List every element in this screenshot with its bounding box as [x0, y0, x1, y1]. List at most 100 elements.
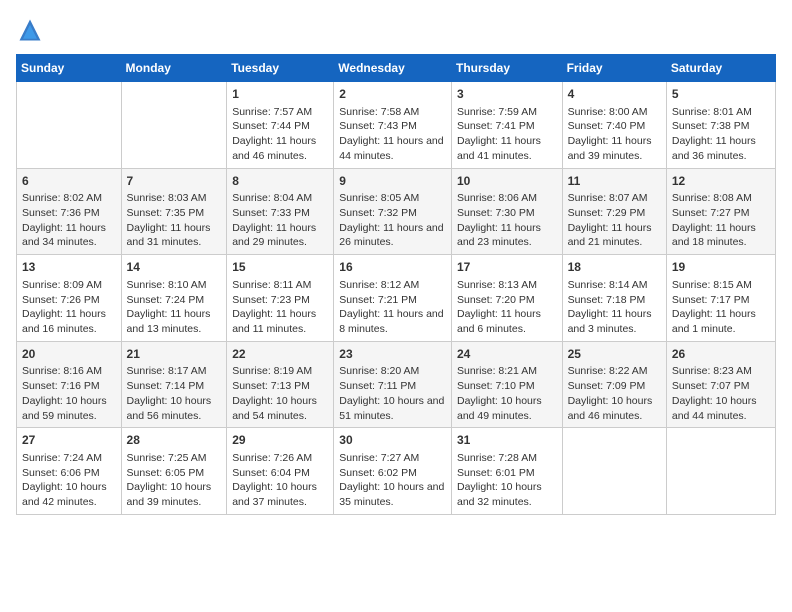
day-info: Sunrise: 7:25 AM: [127, 451, 222, 466]
day-info: Daylight: 10 hours and 54 minutes.: [232, 394, 328, 423]
calendar-cell: [666, 428, 775, 515]
day-info: Sunset: 7:26 PM: [22, 293, 116, 308]
column-header-tuesday: Tuesday: [227, 55, 334, 82]
day-info: Sunrise: 8:08 AM: [672, 191, 770, 206]
day-number: 18: [568, 259, 661, 276]
day-info: Daylight: 11 hours and 3 minutes.: [568, 307, 661, 336]
day-info: Sunset: 7:33 PM: [232, 206, 328, 221]
day-info: Sunset: 7:27 PM: [672, 206, 770, 221]
day-info: Sunrise: 7:27 AM: [339, 451, 446, 466]
calendar-cell: 21Sunrise: 8:17 AMSunset: 7:14 PMDayligh…: [121, 341, 227, 428]
calendar-cell: 6Sunrise: 8:02 AMSunset: 7:36 PMDaylight…: [17, 168, 122, 255]
day-number: 12: [672, 173, 770, 190]
calendar-cell: 28Sunrise: 7:25 AMSunset: 6:05 PMDayligh…: [121, 428, 227, 515]
week-row-4: 20Sunrise: 8:16 AMSunset: 7:16 PMDayligh…: [17, 341, 776, 428]
day-info: Daylight: 11 hours and 8 minutes.: [339, 307, 446, 336]
day-info: Sunrise: 7:59 AM: [457, 105, 557, 120]
day-info: Sunrise: 8:12 AM: [339, 278, 446, 293]
day-number: 11: [568, 173, 661, 190]
logo: [16, 16, 48, 44]
week-row-3: 13Sunrise: 8:09 AMSunset: 7:26 PMDayligh…: [17, 255, 776, 342]
day-number: 24: [457, 346, 557, 363]
day-info: Sunset: 6:04 PM: [232, 466, 328, 481]
day-info: Sunrise: 7:57 AM: [232, 105, 328, 120]
day-info: Sunrise: 8:03 AM: [127, 191, 222, 206]
calendar-cell: 10Sunrise: 8:06 AMSunset: 7:30 PMDayligh…: [451, 168, 562, 255]
calendar-cell: 11Sunrise: 8:07 AMSunset: 7:29 PMDayligh…: [562, 168, 666, 255]
calendar-cell: 30Sunrise: 7:27 AMSunset: 6:02 PMDayligh…: [334, 428, 452, 515]
calendar-cell: 18 Sunrise: 8:14 AMSunset: 7:18 PMDayligh…: [562, 255, 666, 342]
day-info: Daylight: 11 hours and 46 minutes.: [232, 134, 328, 163]
calendar-cell: 25Sunrise: 8:22 AMSunset: 7:09 PMDayligh…: [562, 341, 666, 428]
day-info: Daylight: 11 hours and 29 minutes.: [232, 221, 328, 250]
day-number: 1: [232, 86, 328, 103]
day-info: Sunset: 7:13 PM: [232, 379, 328, 394]
day-number: 29: [232, 432, 328, 449]
day-info: Daylight: 10 hours and 42 minutes.: [22, 480, 116, 509]
day-info: Sunrise: 8:23 AM: [672, 364, 770, 379]
day-info: Sunset: 7:24 PM: [127, 293, 222, 308]
day-number: 30: [339, 432, 446, 449]
day-info: Sunrise: 8:14 AM: [568, 278, 661, 293]
day-info: Sunset: 7:36 PM: [22, 206, 116, 221]
day-info: Sunset: 7:43 PM: [339, 119, 446, 134]
day-info: Sunset: 7:44 PM: [232, 119, 328, 134]
day-info: Daylight: 11 hours and 44 minutes.: [339, 134, 446, 163]
day-info: Sunset: 7:16 PM: [22, 379, 116, 394]
calendar-cell: 14Sunrise: 8:10 AMSunset: 7:24 PMDayligh…: [121, 255, 227, 342]
day-info: Sunset: 7:21 PM: [339, 293, 446, 308]
day-info: Sunset: 7:18 PM: [568, 293, 661, 308]
column-header-saturday: Saturday: [666, 55, 775, 82]
day-number: 22: [232, 346, 328, 363]
day-info: Sunset: 7:35 PM: [127, 206, 222, 221]
day-info: Sunrise: 8:05 AM: [339, 191, 446, 206]
calendar-cell: 23Sunrise: 8:20 AMSunset: 7:11 PMDayligh…: [334, 341, 452, 428]
day-info: Sunrise: 7:58 AM: [339, 105, 446, 120]
day-number: 3: [457, 86, 557, 103]
day-info: Sunrise: 8:15 AM: [672, 278, 770, 293]
calendar-cell: 16 Sunrise: 8:12 AMSunset: 7:21 PMDayligh…: [334, 255, 452, 342]
day-info: Sunset: 7:32 PM: [339, 206, 446, 221]
day-number: 6: [22, 173, 116, 190]
calendar-cell: 9Sunrise: 8:05 AMSunset: 7:32 PMDaylight…: [334, 168, 452, 255]
day-info: Sunrise: 8:06 AM: [457, 191, 557, 206]
day-info: Sunset: 6:01 PM: [457, 466, 557, 481]
calendar-cell: 17Sunrise: 8:13 AMSunset: 7:20 PMDayligh…: [451, 255, 562, 342]
day-info: Daylight: 11 hours and 34 minutes.: [22, 221, 116, 250]
day-info: Sunset: 7:17 PM: [672, 293, 770, 308]
calendar-cell: [17, 82, 122, 169]
day-info: Sunset: 6:05 PM: [127, 466, 222, 481]
calendar-cell: 22Sunrise: 8:19 AMSunset: 7:13 PMDayligh…: [227, 341, 334, 428]
day-info: Sunrise: 8:20 AM: [339, 364, 446, 379]
day-info: Sunrise: 7:24 AM: [22, 451, 116, 466]
day-number: 31: [457, 432, 557, 449]
day-info: Sunset: 7:11 PM: [339, 379, 446, 394]
day-info: Daylight: 10 hours and 44 minutes.: [672, 394, 770, 423]
calendar-cell: 20Sunrise: 8:16 AMSunset: 7:16 PMDayligh…: [17, 341, 122, 428]
column-header-friday: Friday: [562, 55, 666, 82]
day-number: 16: [339, 259, 446, 276]
calendar-cell: 13Sunrise: 8:09 AMSunset: 7:26 PMDayligh…: [17, 255, 122, 342]
day-info: Daylight: 10 hours and 59 minutes.: [22, 394, 116, 423]
logo-icon: [16, 16, 44, 44]
day-number: 21: [127, 346, 222, 363]
day-info: Daylight: 11 hours and 16 minutes.: [22, 307, 116, 336]
calendar-cell: [121, 82, 227, 169]
calendar-cell: 3Sunrise: 7:59 AMSunset: 7:41 PMDaylight…: [451, 82, 562, 169]
day-info: Daylight: 11 hours and 23 minutes.: [457, 221, 557, 250]
day-info: Sunset: 7:14 PM: [127, 379, 222, 394]
day-info: Sunset: 7:23 PM: [232, 293, 328, 308]
day-info: Sunrise: 8:16 AM: [22, 364, 116, 379]
day-info: Daylight: 10 hours and 56 minutes.: [127, 394, 222, 423]
day-info: Sunrise: 8:19 AM: [232, 364, 328, 379]
day-info: Sunset: 7:30 PM: [457, 206, 557, 221]
calendar-cell: 26Sunrise: 8:23 AMSunset: 7:07 PMDayligh…: [666, 341, 775, 428]
calendar-cell: 19Sunrise: 8:15 AMSunset: 7:17 PMDayligh…: [666, 255, 775, 342]
day-info: Sunrise: 8:07 AM: [568, 191, 661, 206]
day-info: Daylight: 11 hours and 21 minutes.: [568, 221, 661, 250]
day-info: Daylight: 10 hours and 51 minutes.: [339, 394, 446, 423]
day-info: Daylight: 11 hours and 39 minutes.: [568, 134, 661, 163]
day-info: Sunset: 6:06 PM: [22, 466, 116, 481]
day-number: 28: [127, 432, 222, 449]
day-info: Sunset: 7:41 PM: [457, 119, 557, 134]
